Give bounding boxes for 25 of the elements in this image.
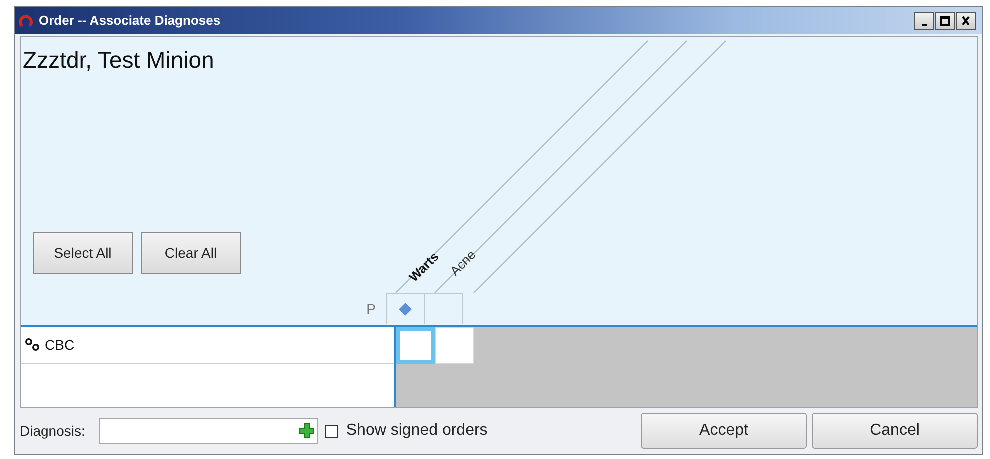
dialog-button[interactable]: Accept [641, 413, 807, 449]
priority-label: P [366, 300, 377, 316]
grid-cell[interactable] [396, 327, 435, 364]
add-icon[interactable] [299, 423, 316, 439]
header-button[interactable]: Select All [33, 232, 133, 274]
diagnosis-label: Diagnosis: [20, 423, 86, 439]
header-button[interactable]: Clear All [141, 232, 241, 274]
close-button[interactable] [956, 12, 976, 30]
close-icon [962, 16, 970, 26]
rings-icon [25, 338, 41, 352]
grid-cell[interactable] [435, 327, 474, 364]
show-signed-checkbox[interactable] [325, 424, 338, 438]
minimize-icon [920, 24, 928, 26]
primary-cell[interactable] [424, 293, 463, 324]
maximize-icon [940, 16, 950, 26]
app-logo-icon [19, 14, 33, 28]
diagnosis-field[interactable] [99, 418, 318, 444]
maximize-button[interactable] [935, 12, 955, 30]
minimize-button[interactable] [914, 12, 934, 30]
order-name: CBC [45, 337, 75, 353]
window-title: Order -- Associate Diagnoses [39, 13, 221, 28]
patient-name: Zzztdr, Test Minion [23, 47, 216, 74]
primary-cell[interactable] [386, 293, 425, 324]
show-signed-label[interactable]: Show signed orders [346, 422, 488, 440]
dialog-button[interactable]: Cancel [812, 413, 978, 449]
